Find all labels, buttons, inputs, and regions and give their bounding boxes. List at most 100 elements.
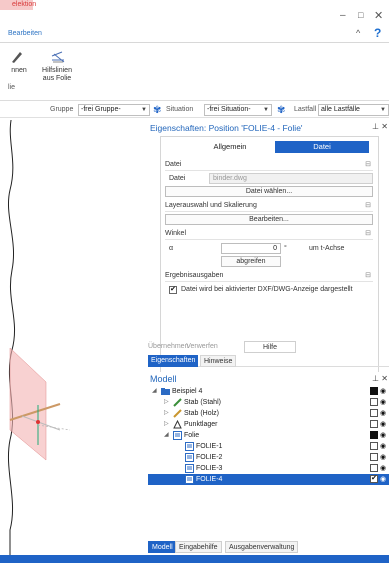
layer-icon xyxy=(185,464,194,473)
tree-row[interactable]: ◢ Folie ◉ xyxy=(148,430,389,441)
tab-input-help[interactable]: Eingabehilfe xyxy=(175,541,222,553)
section-output-header[interactable]: Ergebnisausgaben ⊟ xyxy=(165,270,373,282)
tree-expander-icon[interactable]: ▷ xyxy=(164,419,169,430)
layer-icon xyxy=(173,431,182,440)
visibility-checkbox[interactable] xyxy=(370,453,378,461)
file-field: binder.dwg xyxy=(209,173,373,184)
collapse-icon[interactable]: ⊟ xyxy=(365,228,371,240)
apply-button[interactable]: Übernehmen xyxy=(148,341,188,353)
choose-file-button[interactable]: Datei wählen... xyxy=(165,186,373,197)
tree-row[interactable]: ▷ Punktlager ◉ xyxy=(148,419,389,430)
tree-row-label: FOLIE-4 xyxy=(196,476,223,483)
situation-select[interactable]: -frei Situation- ▼ xyxy=(204,104,272,116)
eye-icon[interactable]: ◉ xyxy=(380,441,386,452)
pick-angle-button[interactable]: abgreifen xyxy=(221,256,281,267)
ribbon-collapse-icon[interactable]: ^ xyxy=(356,28,360,38)
chevron-down-icon: ▼ xyxy=(380,107,386,113)
edit-layers-button[interactable]: Bearbeiten... xyxy=(165,214,373,225)
chevron-down-icon: ▼ xyxy=(263,107,269,113)
collapse-icon[interactable]: ⊟ xyxy=(365,270,371,282)
tree-row[interactable]: ▷ Stab (Stahl) ◉ xyxy=(148,397,389,408)
layer-icon xyxy=(185,442,194,451)
eye-icon[interactable]: ◉ xyxy=(380,430,386,441)
visibility-checkbox[interactable] xyxy=(370,420,378,428)
help-icon[interactable]: ? xyxy=(374,26,381,40)
gruppe-select[interactable]: -frei Gruppe- ▼ xyxy=(78,104,150,116)
model-tree: ◢ Beispiel 4 ◉ ▷ Stab (Stahl) ◉ ▷ Stab (Holz) ◉ ▷… xyxy=(148,386,389,526)
ribbon-subtab-edit[interactable]: Bearbeiten xyxy=(0,28,42,40)
ribbon-button-1-label: nnen xyxy=(11,67,27,74)
tree-row-label: Beispiel 4 xyxy=(172,388,203,395)
discard-button[interactable]: Verwerfen xyxy=(184,341,220,353)
window-close-button[interactable]: ✕ xyxy=(374,9,383,22)
layer-icon xyxy=(185,475,194,484)
tree-row[interactable]: FOLIE-4 ✔ ◉ xyxy=(148,474,389,485)
tab-general[interactable]: Allgemein xyxy=(185,141,275,153)
tree-row[interactable]: FOLIE-1 ◉ xyxy=(148,441,389,452)
folder-icon xyxy=(161,387,170,396)
help-button[interactable]: Hilfe xyxy=(244,341,296,353)
model-panel: Modell ⊥ ✕ ◢ Beispiel 4 ◉ ▷ Stab (Stahl) ◉ ▷ St… xyxy=(148,372,389,540)
alpha-input[interactable]: 0 xyxy=(221,243,281,254)
eye-icon[interactable]: ◉ xyxy=(380,397,386,408)
section-layer-title: Layerauswahl und Skalierung xyxy=(165,202,257,209)
tree-row-label: Punktlager xyxy=(184,421,218,428)
steel-bar-icon xyxy=(173,398,182,407)
window-minimize-button[interactable]: – xyxy=(340,10,346,21)
eye-icon[interactable]: ◉ xyxy=(380,463,386,474)
collapse-icon[interactable]: ⊟ xyxy=(365,159,371,171)
visibility-checkbox[interactable] xyxy=(370,387,378,395)
pin-close-icons[interactable]: ⊥ ✕ xyxy=(372,122,388,131)
tree-expander-icon[interactable]: ◢ xyxy=(164,430,169,441)
eye-icon[interactable]: ◉ xyxy=(380,408,386,419)
situation-icon: ✾ xyxy=(153,105,162,116)
visibility-checkbox[interactable] xyxy=(370,409,378,417)
tree-expander-icon[interactable]: ▷ xyxy=(164,408,169,419)
tree-row[interactable]: ▷ Stab (Holz) ◉ xyxy=(148,408,389,419)
ribbon-tab-active[interactable]: elektion xyxy=(0,0,36,10)
window-maximize-button[interactable]: □ xyxy=(358,10,363,20)
wood-bar-icon xyxy=(173,409,182,418)
tree-expander-icon[interactable]: ▷ xyxy=(164,397,169,408)
section-file-header[interactable]: Datei ⊟ xyxy=(165,159,373,171)
tree-row[interactable]: FOLIE-2 ◉ xyxy=(148,452,389,463)
visibility-checkbox[interactable]: ✔ xyxy=(370,475,378,483)
situation-label: Situation xyxy=(166,106,194,113)
lastfall-select[interactable]: alle Lastfälle ▼ xyxy=(318,104,389,116)
visibility-checkbox[interactable] xyxy=(370,464,378,472)
support-icon xyxy=(173,419,182,429)
file-label: Datei xyxy=(169,175,186,182)
alpha-unit: ° xyxy=(284,245,287,252)
output-checkbox-label: Datei wird bei aktivierter DXF/DWG-Anzei… xyxy=(181,286,353,293)
eye-icon[interactable]: ◉ xyxy=(380,386,386,397)
pin-close-icons[interactable]: ⊥ ✕ xyxy=(372,374,388,383)
section-layer-header[interactable]: Layerauswahl und Skalierung ⊟ xyxy=(165,200,373,212)
section-angle-header[interactable]: Winkel ⊟ xyxy=(165,228,373,240)
visibility-checkbox[interactable] xyxy=(370,431,378,439)
collapse-icon[interactable]: ⊟ xyxy=(365,200,371,212)
alpha-label: α xyxy=(169,245,174,252)
eye-icon[interactable]: ◉ xyxy=(380,419,386,430)
tab-output-management[interactable]: Ausgabenverwaltung xyxy=(225,541,299,553)
eye-icon[interactable]: ◉ xyxy=(380,452,386,463)
eye-icon[interactable]: ◉ xyxy=(380,474,386,485)
tree-row[interactable]: FOLIE-3 ◉ xyxy=(148,463,389,474)
contour-line xyxy=(7,120,15,555)
drawing-canvas[interactable] xyxy=(0,120,148,555)
tab-file[interactable]: Datei xyxy=(275,141,369,153)
subtab-hints[interactable]: Hinweise xyxy=(200,355,237,367)
draw-icon xyxy=(12,52,22,63)
visibility-checkbox[interactable] xyxy=(370,398,378,406)
visibility-checkbox[interactable] xyxy=(370,442,378,450)
properties-panel: Eigenschaften: Position 'FOLIE-4 - Folie… xyxy=(148,120,389,436)
tree-row-label: FOLIE-2 xyxy=(196,454,223,461)
output-checkbox[interactable]: ✔ xyxy=(169,286,177,294)
tab-model[interactable]: Modell xyxy=(148,541,177,553)
tree-row[interactable]: ◢ Beispiel 4 ◉ xyxy=(148,386,389,397)
tree-row-label: FOLIE-3 xyxy=(196,465,223,472)
ribbon-button-hilfslinien-label: Hilfslinien aus Folie xyxy=(42,67,72,82)
subtab-properties[interactable]: Eigenschaften xyxy=(148,355,199,367)
tree-expander-icon[interactable]: ◢ xyxy=(152,386,157,397)
section-angle-title: Winkel xyxy=(165,230,187,237)
filter-toolbar: Gruppe -frei Gruppe- ▼ ✾ Situation -frei… xyxy=(0,102,389,118)
